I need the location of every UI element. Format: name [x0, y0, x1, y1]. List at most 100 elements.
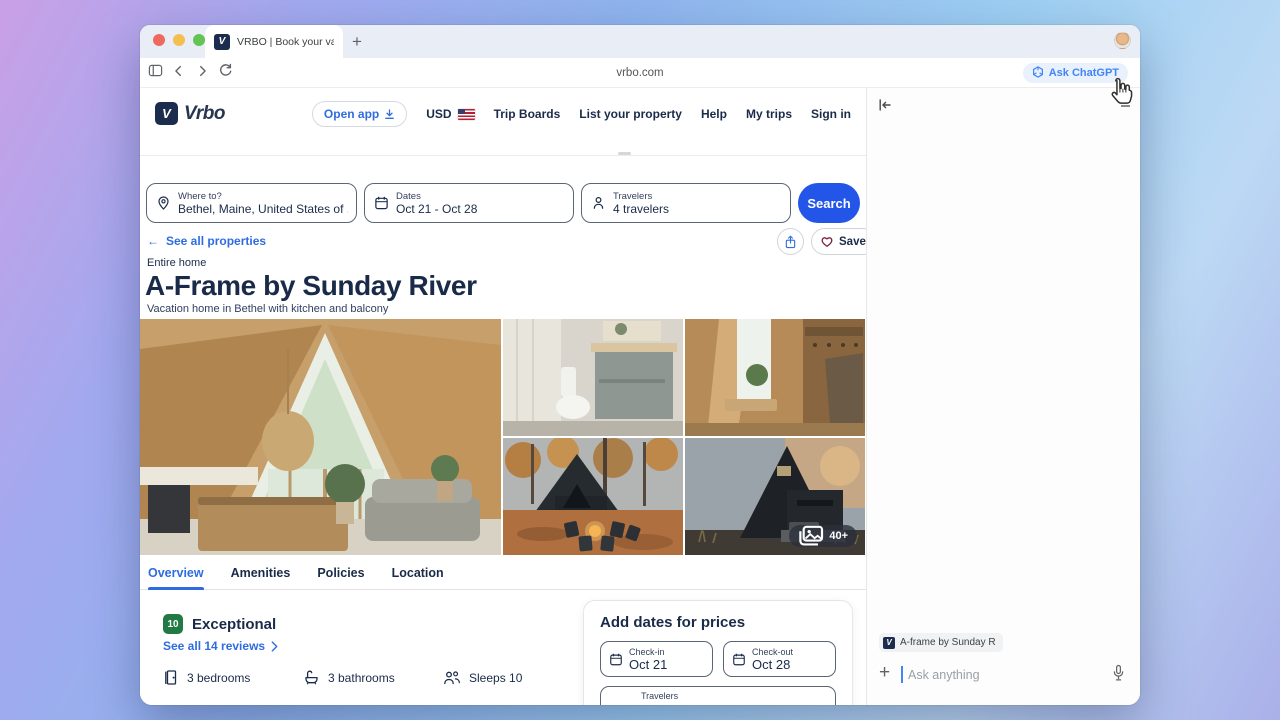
- rating-row: 10 Exceptional: [163, 614, 276, 634]
- open-app-label: Open app: [324, 107, 379, 121]
- checkin-value: Oct 21: [629, 657, 667, 672]
- new-tab-button[interactable]: +: [345, 30, 369, 54]
- vrbo-logo-icon: V: [155, 102, 178, 125]
- location-pin-icon: [156, 195, 171, 211]
- travelers-value: 4 travelers: [613, 202, 669, 216]
- photo-count-label: 40+: [829, 530, 848, 542]
- cursor-underscore: [1121, 105, 1130, 107]
- photo-count-badge[interactable]: 40+: [789, 525, 857, 547]
- tab-policies[interactable]: Policies: [317, 557, 364, 590]
- tab-overview[interactable]: Overview: [148, 557, 204, 590]
- nav-my-trips[interactable]: My trips: [746, 107, 792, 121]
- open-app-button[interactable]: Open app: [312, 101, 407, 127]
- checkout-field[interactable]: Check-out Oct 28: [723, 641, 836, 677]
- see-all-reviews-link[interactable]: See all 14 reviews: [163, 639, 278, 653]
- traveler-icon: [591, 195, 606, 211]
- save-button[interactable]: Save: [811, 228, 866, 255]
- rating-score-badge: 10: [163, 614, 183, 634]
- listing-tabs: Overview Amenities Policies Location: [140, 557, 866, 590]
- nav-sign-in[interactable]: Sign in: [811, 107, 851, 121]
- share-button[interactable]: [777, 228, 804, 255]
- save-label: Save: [839, 236, 866, 248]
- vrbo-logo[interactable]: V Vrbo: [155, 102, 225, 125]
- vrbo-favicon: V: [883, 637, 895, 649]
- bathtub-icon: [303, 669, 320, 686]
- photo-bathroom[interactable]: [503, 319, 683, 436]
- dates-field[interactable]: Dates Oct 21 - Oct 28: [364, 183, 574, 223]
- tab-amenities[interactable]: Amenities: [231, 557, 291, 590]
- active-tab[interactable]: V VRBO | Book your vaca: [205, 25, 343, 58]
- rating-label: Exceptional: [192, 616, 276, 633]
- booking-card-title: Add dates for prices: [600, 614, 836, 631]
- chatgpt-sidebar: V A-frame by Sunday R + Ask anything: [866, 88, 1140, 705]
- photos-icon: [798, 525, 824, 547]
- dates-label: Dates: [396, 191, 477, 202]
- minimize-window-button[interactable]: [173, 34, 185, 46]
- photo-aframe-interior[interactable]: [140, 319, 501, 555]
- nav-trip-boards[interactable]: Trip Boards: [494, 107, 561, 121]
- us-flag-icon: [458, 109, 475, 120]
- fact-bedrooms-label: 3 bedrooms: [187, 671, 250, 685]
- travelers-field[interactable]: Travelers 4 travelers: [581, 183, 791, 223]
- currency-selector[interactable]: USD: [426, 107, 474, 121]
- header-divider: [140, 155, 866, 156]
- photo-entryway[interactable]: [685, 319, 865, 436]
- chatgpt-logo-icon: [1032, 66, 1044, 81]
- booking-card: Add dates for prices Check-in Oct 21 Che…: [583, 600, 853, 705]
- fact-sleeps: Sleeps 10: [443, 669, 583, 686]
- checkin-label: Check-in: [629, 647, 667, 657]
- see-all-properties-label: See all properties: [166, 234, 266, 248]
- calendar-icon: [732, 652, 746, 667]
- fact-bathrooms: 3 bathrooms: [303, 669, 443, 686]
- text-caret: [901, 666, 903, 683]
- photo-gallery: 40+: [140, 319, 865, 555]
- property-type: Entire home: [147, 257, 206, 269]
- search-button[interactable]: Search: [798, 183, 860, 223]
- microphone-icon[interactable]: [1111, 664, 1126, 688]
- vrbo-favicon: V: [214, 34, 230, 50]
- where-to-value: Bethel, Maine, United States of ...: [178, 202, 348, 216]
- collapse-sidebar-icon[interactable]: [878, 98, 892, 117]
- photo-firepit[interactable]: [503, 438, 683, 555]
- context-chip-label: A-frame by Sunday R: [900, 637, 996, 648]
- address-bar[interactable]: vrbo.com: [140, 58, 1140, 88]
- vrbo-logo-text: Vrbo: [184, 103, 225, 125]
- window-controls: [153, 34, 205, 46]
- page-context-chip[interactable]: V A-frame by Sunday R: [879, 633, 1003, 652]
- tab-title: VRBO | Book your vaca: [237, 36, 334, 48]
- window-content: V Vrbo Open app USD Trip Boards List you…: [140, 88, 1140, 705]
- fact-sleeps-label: Sleeps 10: [469, 671, 522, 685]
- door-icon: [163, 669, 179, 686]
- currency-label: USD: [426, 107, 451, 121]
- attach-plus-icon[interactable]: +: [879, 662, 890, 684]
- fact-bathrooms-label: 3 bathrooms: [328, 671, 395, 685]
- vrbo-site-header: V Vrbo Open app USD Trip Boards List you…: [140, 88, 866, 140]
- mouse-cursor-hand: [1104, 76, 1134, 113]
- checkout-label: Check-out: [752, 647, 793, 657]
- browser-toolbar: vrbo.com Ask ChatGPT: [140, 58, 1140, 88]
- breadcrumb-row: ← See all properties Save: [140, 228, 866, 256]
- download-icon: [384, 109, 395, 120]
- calendar-icon: [374, 195, 389, 211]
- property-facts: 3 bedrooms 3 bathrooms Sleeps 10: [163, 669, 583, 686]
- collapse-handle[interactable]: [618, 152, 631, 155]
- vrbo-nav: Open app USD Trip Boards List your prope…: [312, 88, 851, 140]
- nav-help[interactable]: Help: [701, 107, 727, 121]
- chevron-right-icon: [271, 641, 278, 652]
- fact-bedrooms: 3 bedrooms: [163, 669, 303, 686]
- booking-travelers-field[interactable]: Travelers: [600, 686, 836, 705]
- nav-list-your-property[interactable]: List your property: [579, 107, 682, 121]
- photo-exterior-dusk[interactable]: 40+: [685, 438, 865, 555]
- people-icon: [443, 670, 461, 686]
- close-window-button[interactable]: [153, 34, 165, 46]
- where-to-field[interactable]: Where to? Bethel, Maine, United States o…: [146, 183, 357, 223]
- tab-location[interactable]: Location: [392, 557, 444, 590]
- profile-avatar[interactable]: [1114, 32, 1131, 49]
- see-all-properties-link[interactable]: ← See all properties: [147, 234, 266, 248]
- checkin-field[interactable]: Check-in Oct 21: [600, 641, 713, 677]
- ask-input[interactable]: Ask anything: [908, 668, 980, 682]
- booking-travelers-label: Travelers: [641, 691, 678, 701]
- search-bar: Where to? Bethel, Maine, United States o…: [140, 183, 866, 223]
- share-icon: [784, 235, 797, 249]
- zoom-window-button[interactable]: [193, 34, 205, 46]
